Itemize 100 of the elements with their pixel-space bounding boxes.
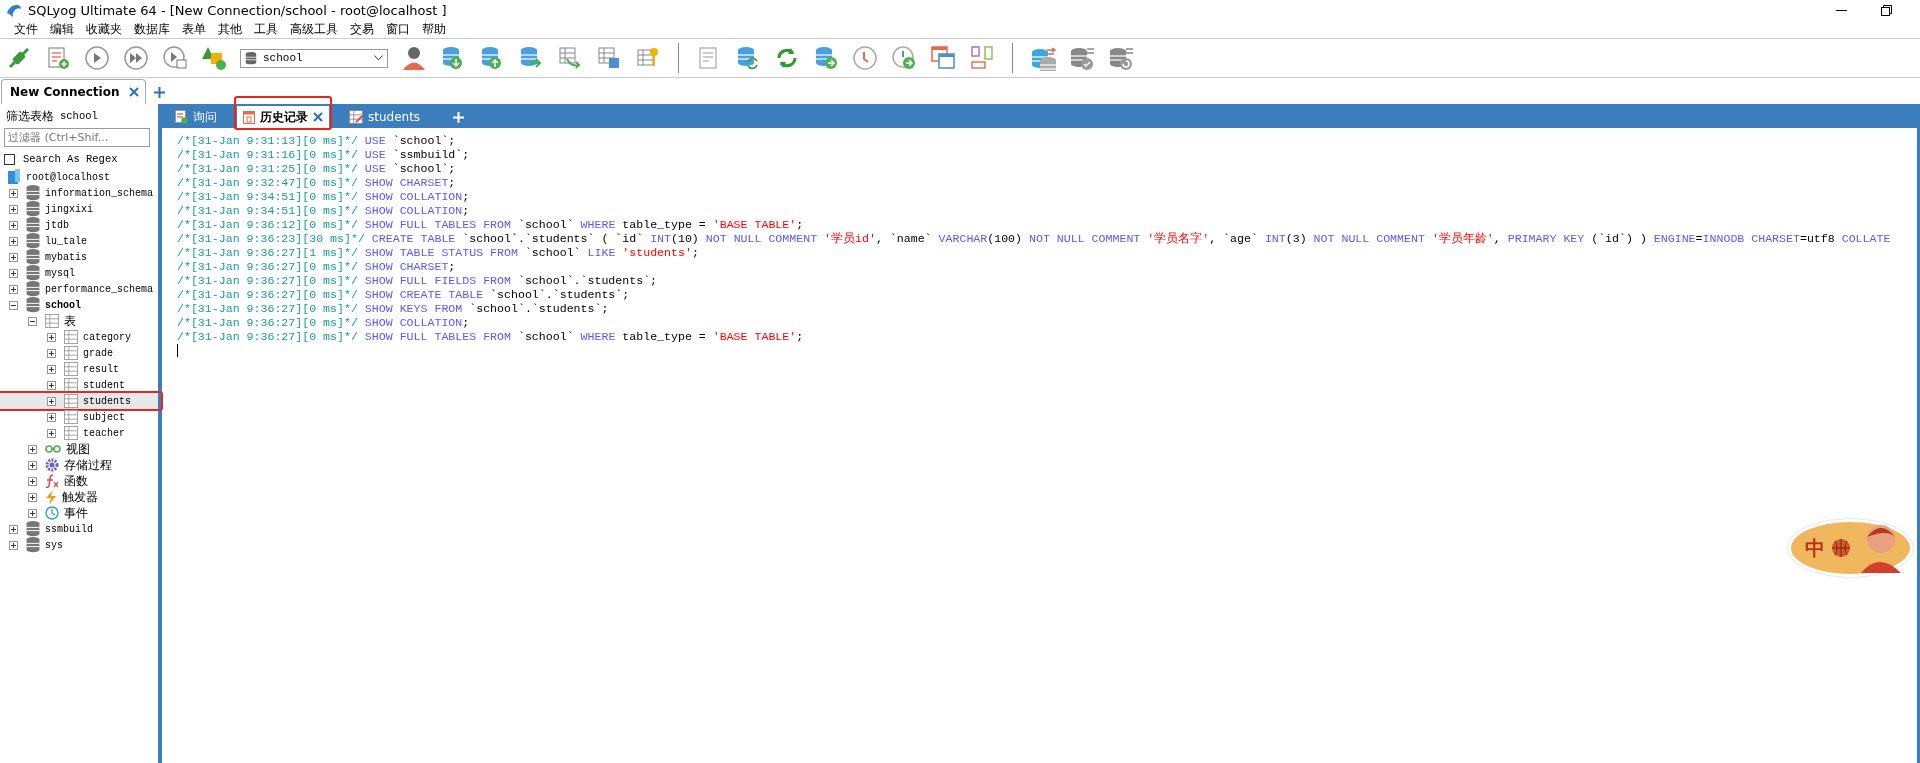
expand-toggle[interactable] [9,204,18,214]
tree-item[interactable]: teacher [0,425,158,441]
expand-toggle[interactable] [9,284,18,294]
clock-icon[interactable] [852,45,878,71]
shapes-icon[interactable] [201,45,227,71]
restore-icon[interactable] [1881,4,1892,16]
text-cursor [177,344,178,357]
log-line: /*[31-Jan 9:32:47][0 ms]*/ SHOW CHARSET; [177,176,457,190]
expand-toggle[interactable] [47,380,56,390]
tree-item[interactable]: 函数 [0,473,158,489]
tree-item[interactable]: 存储过程 [0,457,158,473]
fast-forward-icon[interactable] [123,45,149,71]
connection-tab[interactable]: New Connection [1,79,147,104]
tree-item[interactable]: subject [0,409,158,425]
user-icon[interactable] [401,45,427,71]
menu-item[interactable]: 收藏夹 [80,20,128,38]
expand-toggle[interactable] [47,396,56,406]
log-line: /*[31-Jan 9:36:27][0 ms]*/ SHOW CREATE TABLE `school`.`students`; [177,288,631,302]
table-icon [64,394,78,408]
tree-item[interactable]: category [0,329,158,345]
tree-item[interactable]: performance_schema [0,281,158,297]
expand-toggle[interactable] [9,540,18,550]
close-icon[interactable] [129,87,140,97]
expand-toggle[interactable] [28,460,37,470]
play-table-icon[interactable] [162,45,188,71]
database-icon [245,51,257,65]
expand-toggle[interactable] [9,252,18,262]
menu-item[interactable]: 表单 [176,20,212,38]
expand-toggle[interactable] [28,444,37,454]
database-icon [26,201,40,217]
lightning-icon [45,489,57,505]
expand-toggle[interactable] [47,412,56,422]
new-query-icon[interactable] [45,45,71,71]
expand-toggle[interactable] [47,364,56,374]
database-forward-icon[interactable] [813,45,839,71]
checkbox[interactable] [4,153,15,165]
expand-toggle[interactable] [47,332,56,342]
tree-item[interactable]: result [0,361,158,377]
editor-tab[interactable]: 历史记录 [237,106,329,128]
tree-item[interactable]: jingxixi [0,201,158,217]
tree-item[interactable]: lu_tale [0,233,158,249]
tree-item[interactable]: 视图 [0,441,158,457]
play-icon[interactable] [84,45,110,71]
expand-toggle[interactable] [9,188,18,198]
expand-toggle[interactable] [28,492,37,502]
table-arrow-icon[interactable] [557,45,583,71]
database-icon [26,521,40,537]
tree-item[interactable]: student [0,377,158,393]
menu-item[interactable]: 窗口 [380,20,416,38]
tree-item[interactable]: mysql [0,265,158,281]
tree-item[interactable]: school [0,297,158,313]
expand-toggle[interactable] [9,268,18,278]
menu-item[interactable]: 帮助 [416,20,452,38]
tree-item[interactable]: 表 [0,313,158,329]
menu-item[interactable]: 其他 [212,20,248,38]
expand-toggle[interactable] [47,348,56,358]
collapse-toggle[interactable] [9,300,18,310]
expand-toggle[interactable] [9,236,18,246]
menu-item[interactable]: 编辑 [44,20,80,38]
filter-field[interactable]: 过滤器 (Ctrl+Shif... [4,128,150,147]
database-transfer-icon[interactable] [1030,45,1056,71]
tree-item[interactable]: 触发器 [0,489,158,505]
window-title: SQLyog Ultimate 64 - [New Connection/school - root@localhost ] [28,2,447,18]
database-icon [26,233,40,249]
database-restore-icon[interactable] [1108,45,1134,71]
table-grid-icon[interactable] [596,45,622,71]
menu-item[interactable]: 高级工具 [284,20,344,38]
clock-forward-icon[interactable] [891,45,917,71]
database-check-icon[interactable] [1069,45,1095,71]
tree-item[interactable]: grade [0,345,158,361]
query-icon [175,110,188,124]
tree-item[interactable]: mybatis [0,249,158,265]
collapse-toggle[interactable] [28,316,37,326]
editor-tab[interactable]: 询问 [169,106,223,128]
windows-icon[interactable] [930,45,956,71]
editor-tab[interactable]: students [343,106,427,128]
menu-item[interactable]: 数据库 [128,20,176,38]
menu-item[interactable]: 文件 [8,20,44,38]
expand-toggle[interactable] [9,220,18,230]
log-line: /*[31-Jan 9:34:51][0 ms]*/ SHOW COLLATION; [177,204,471,218]
expand-toggle[interactable] [47,428,56,438]
tree-item[interactable]: jtdb [0,217,158,233]
table-icon [64,330,78,344]
plug-icon[interactable] [6,45,32,71]
tree-item[interactable]: root@localhost [0,169,158,185]
table-edit-icon [349,110,363,124]
tree-item[interactable]: information_schema [0,185,158,201]
close-icon[interactable] [313,112,323,122]
tree-item[interactable]: 事件 [0,505,158,521]
tree-item[interactable]: ssmbuild [0,521,158,537]
tree-item[interactable]: sys [0,537,158,553]
add-tab-icon[interactable] [154,87,166,98]
expand-toggle[interactable] [28,476,37,486]
database-sync-icon[interactable] [735,45,761,71]
menu-item[interactable]: 交易 [344,20,380,38]
expand-toggle[interactable] [28,508,37,518]
menu-item[interactable]: 工具 [248,20,284,38]
log-line: /*[31-Jan 9:31:13][0 ms]*/ USE `school`; [177,134,457,148]
expand-toggle[interactable] [9,524,18,534]
database-dropdown[interactable]: school [240,48,388,68]
